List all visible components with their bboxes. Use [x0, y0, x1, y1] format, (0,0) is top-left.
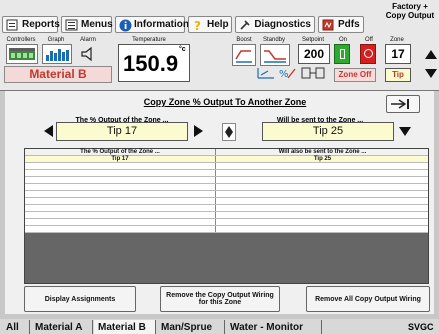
tab-all[interactable]: All — [2, 320, 30, 334]
pdfs-label: Pdfs — [338, 19, 360, 30]
table-row[interactable] — [25, 191, 428, 198]
alarm-label: Alarm — [80, 37, 96, 43]
svg-text:%: % — [279, 69, 289, 80]
table-row[interactable] — [25, 184, 428, 191]
target-zone-select[interactable]: Tip 25 — [262, 122, 394, 141]
graph-icon — [46, 49, 69, 61]
on-label: On — [338, 37, 347, 43]
percent-icon[interactable]: % — [278, 66, 298, 80]
tab-material-a[interactable]: Material A — [31, 320, 93, 334]
zone-name-label: Material B — [4, 66, 112, 83]
brand-label: SVGC — [408, 322, 434, 332]
factory-label: Factory + — [392, 2, 428, 11]
information-button[interactable]: Information — [115, 16, 189, 33]
standby-icon — [264, 50, 286, 63]
table-row[interactable] — [25, 226, 428, 233]
standby-button[interactable] — [260, 44, 290, 66]
setpoint-label: Setpoint — [301, 37, 325, 43]
zone-number[interactable]: 17 — [385, 44, 411, 64]
pdfs-button[interactable]: Pdfs — [318, 16, 364, 33]
copy-output-label: Copy Output — [385, 11, 435, 20]
exit-button[interactable] — [386, 95, 420, 113]
toolbar-divider — [0, 90, 439, 91]
controllers-label: Controllers — [6, 37, 36, 43]
table-row[interactable] — [25, 212, 428, 219]
remove-all-wiring-button[interactable]: Remove All Copy Output Wiring — [306, 286, 430, 312]
zone-off-badge: Zone Off — [334, 68, 376, 82]
display-assignments-button[interactable]: Display Assignments — [24, 286, 136, 312]
boost-label: Boost — [236, 37, 252, 43]
table-cell-source: Tip 17 — [111, 156, 129, 162]
table-row[interactable] — [25, 198, 428, 205]
alarm-button[interactable] — [76, 44, 100, 64]
diagnostics-label: Diagnostics — [254, 19, 311, 30]
link-zones-button[interactable] — [222, 123, 236, 141]
temperature-value: 150.9 — [123, 51, 179, 76]
reports-icon — [6, 19, 20, 31]
off-label: Off — [365, 37, 373, 43]
wiring-icon[interactable] — [300, 66, 328, 80]
boost-button[interactable] — [232, 44, 256, 66]
diagnostics-icon — [239, 19, 252, 31]
off-indicator — [363, 49, 373, 58]
menus-icon — [65, 19, 79, 31]
zone-label: Zone — [390, 37, 404, 43]
menus-label: Menus — [81, 19, 113, 30]
table-header-row: The % Output of the Zone ... Will also b… — [25, 149, 428, 156]
table-row[interactable] — [25, 219, 428, 226]
speaker-icon — [81, 46, 92, 62]
pdf-icon — [322, 19, 336, 31]
menus-button[interactable]: Menus — [61, 16, 113, 33]
reports-label: Reports — [22, 19, 60, 30]
reports-button[interactable]: Reports — [2, 16, 60, 33]
svg-text:?: ? — [194, 19, 201, 32]
graph-button[interactable] — [42, 44, 72, 64]
on-button[interactable] — [334, 44, 350, 64]
setpoint-value[interactable]: 200 — [298, 44, 330, 64]
copy-output-table: The % Output of the Zone ... Will also b… — [24, 148, 429, 284]
standby-label: Standby — [262, 37, 286, 43]
target-dropdown-arrow-icon[interactable] — [399, 127, 411, 136]
page-title: Copy Zone % Output To Another Zone — [143, 97, 307, 107]
table-row[interactable] — [25, 205, 428, 212]
boost-icon — [235, 50, 252, 63]
table-row[interactable]: Tip 17 Tip 25 — [25, 156, 428, 163]
graph-label: Graph — [47, 37, 65, 43]
tab-water-monitor[interactable]: Water - Monitor — [226, 320, 322, 334]
exit-arrow-icon — [391, 99, 409, 109]
tip-badge: Tip — [385, 68, 411, 82]
factory-copy-output-title: Factory + Copy Output — [383, 2, 437, 20]
controllers-button[interactable] — [6, 44, 38, 64]
zone-up-arrow-icon[interactable] — [425, 50, 437, 59]
controllers-icon — [9, 48, 35, 60]
table-row[interactable] — [25, 163, 428, 170]
information-label: Information — [134, 19, 189, 30]
source-next-arrow-icon[interactable] — [194, 125, 203, 137]
temperature-unit: °c — [179, 46, 186, 53]
table-row[interactable] — [25, 177, 428, 184]
help-icon: ? — [192, 19, 205, 33]
diagnostics-button[interactable]: Diagnostics — [235, 16, 315, 33]
table-row[interactable] — [25, 170, 428, 177]
zone-down-arrow-icon[interactable] — [425, 69, 437, 78]
ramp-icon[interactable] — [256, 66, 276, 80]
tab-material-b[interactable]: Material B — [94, 320, 156, 334]
table-cell-target: Tip 25 — [215, 156, 429, 162]
table-header-target: Will also be sent to the Zone ... — [215, 149, 429, 155]
help-button[interactable]: ? Help — [188, 16, 232, 33]
remove-zone-wiring-button[interactable]: Remove the Copy Output Wiring for this Z… — [160, 286, 280, 312]
table-header-source: The % Output of the Zone ... — [80, 149, 160, 155]
diamond-icon — [225, 126, 233, 138]
source-zone-select[interactable]: Tip 17 — [56, 122, 188, 141]
tab-man-sprue[interactable]: Man/Sprue — [157, 320, 225, 334]
off-button[interactable] — [360, 44, 376, 64]
on-indicator — [339, 49, 345, 59]
source-prev-arrow-icon[interactable] — [44, 125, 53, 137]
temperature-display: 150.9 °c — [118, 44, 190, 82]
help-label: Help — [207, 19, 229, 30]
temperature-label: Temperature — [132, 37, 166, 43]
info-icon — [119, 19, 132, 31]
